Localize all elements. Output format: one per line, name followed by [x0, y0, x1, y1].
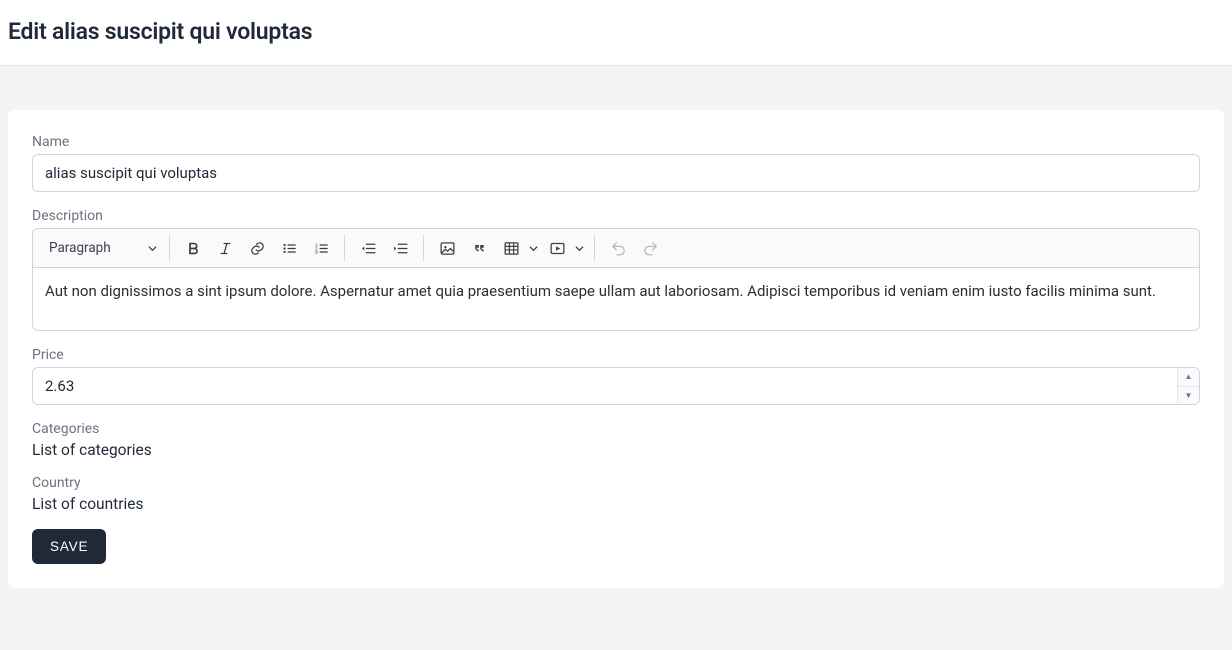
- heading-dropdown-label: Paragraph: [49, 240, 111, 256]
- price-stepper: ▲ ▼: [1177, 368, 1199, 404]
- toolbar-separator: [423, 235, 424, 261]
- toolbar-separator: [594, 235, 595, 261]
- country-value: List of countries: [32, 495, 1200, 513]
- undo-icon: [610, 240, 627, 257]
- outdent-button[interactable]: [353, 233, 383, 263]
- price-step-up[interactable]: ▲: [1178, 368, 1199, 387]
- heading-dropdown[interactable]: Paragraph: [39, 233, 165, 263]
- italic-icon: [217, 240, 234, 257]
- price-step-down[interactable]: ▼: [1178, 387, 1199, 405]
- price-label: Price: [32, 347, 1200, 363]
- field-country: Country List of countries: [32, 475, 1200, 513]
- quote-icon: [471, 240, 488, 257]
- categories-label: Categories: [32, 421, 1200, 437]
- table-button[interactable]: [496, 233, 526, 263]
- country-label: Country: [32, 475, 1200, 491]
- link-button[interactable]: [242, 233, 272, 263]
- table-dropdown-toggle[interactable]: [526, 233, 540, 263]
- name-input[interactable]: [32, 154, 1200, 192]
- bold-button[interactable]: [178, 233, 208, 263]
- numbered-list-icon: 1 2 3: [313, 240, 330, 257]
- bulleted-list-icon: [281, 240, 298, 257]
- chevron-down-icon: [148, 244, 157, 253]
- editor-toolbar: Paragraph: [33, 229, 1199, 268]
- rich-text-editor: Paragraph: [32, 228, 1200, 331]
- outdent-icon: [360, 240, 377, 257]
- page-header: Edit alias suscipit qui voluptas: [0, 0, 1232, 66]
- description-label: Description: [32, 208, 1200, 224]
- description-editor-body[interactable]: Aut non dignissimos a sint ipsum dolore.…: [33, 268, 1199, 330]
- bulleted-list-button[interactable]: [274, 233, 304, 263]
- edit-form-card: Name Description Paragraph: [8, 110, 1224, 588]
- indent-icon: [392, 240, 409, 257]
- italic-button[interactable]: [210, 233, 240, 263]
- table-icon: [503, 240, 520, 257]
- undo-button[interactable]: [603, 233, 633, 263]
- image-icon: [439, 240, 456, 257]
- link-icon: [249, 240, 266, 257]
- redo-icon: [642, 240, 659, 257]
- chevron-down-icon: [529, 244, 538, 253]
- image-button[interactable]: [432, 233, 462, 263]
- price-input[interactable]: [32, 367, 1200, 405]
- media-dropdown-toggle[interactable]: [572, 233, 586, 263]
- chevron-down-icon: [575, 244, 584, 253]
- categories-value: List of categories: [32, 441, 1200, 459]
- field-description: Description Paragraph: [32, 208, 1200, 331]
- bold-icon: [185, 240, 202, 257]
- toolbar-separator: [344, 235, 345, 261]
- field-name: Name: [32, 134, 1200, 192]
- content-area: Name Description Paragraph: [0, 66, 1232, 596]
- blockquote-button[interactable]: [464, 233, 494, 263]
- media-icon: [549, 240, 566, 257]
- field-categories: Categories List of categories: [32, 421, 1200, 459]
- field-price: Price ▲ ▼: [32, 347, 1200, 405]
- indent-button[interactable]: [385, 233, 415, 263]
- media-button[interactable]: [542, 233, 572, 263]
- save-button[interactable]: SAVE: [32, 529, 106, 564]
- name-label: Name: [32, 134, 1200, 150]
- redo-button[interactable]: [635, 233, 665, 263]
- svg-text:3: 3: [315, 250, 318, 255]
- numbered-list-button[interactable]: 1 2 3: [306, 233, 336, 263]
- toolbar-separator: [169, 235, 170, 261]
- page-title: Edit alias suscipit qui voluptas: [8, 18, 1224, 45]
